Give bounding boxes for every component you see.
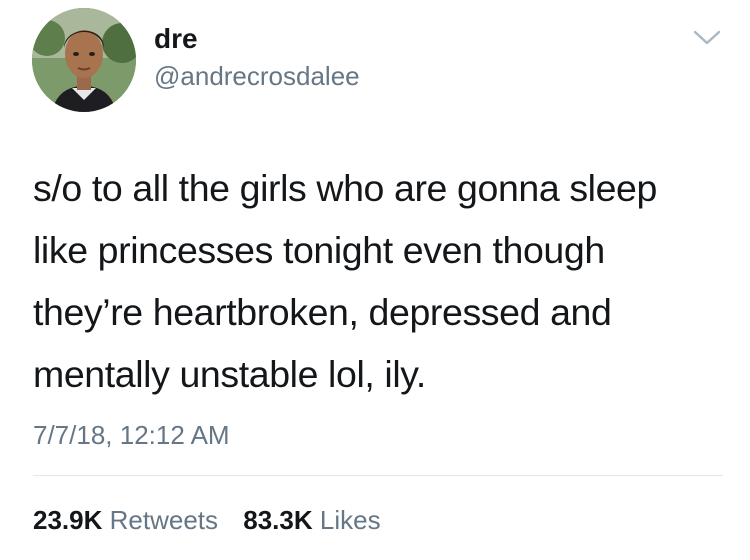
tweet-timestamp[interactable]: 7/7/18, 12:12 AM <box>33 418 230 452</box>
tweet-text-line: s/o to all the girls who are gonna sleep <box>33 167 657 209</box>
avatar[interactable] <box>32 8 136 112</box>
divider <box>33 475 723 476</box>
tweet-stats: 23.9K Retweets 83.3K Likes <box>33 503 399 537</box>
tweet-text-line: mentally unstable lol, ily. <box>33 353 426 395</box>
tweet-text-line: like princesses tonight even though <box>33 229 605 271</box>
retweets-count: 23.9K <box>33 505 103 535</box>
tweet-text: s/o to all the girls who are gonna sleep… <box>33 157 733 405</box>
retweets-label: Retweets <box>109 505 219 535</box>
tweet-text-line: they’re heartbroken, depressed and <box>33 291 612 333</box>
author-display-name[interactable]: dre <box>154 22 198 56</box>
author-handle[interactable]: @andrecrosdalee <box>154 60 360 92</box>
likes-count: 83.3K <box>243 505 313 535</box>
tweet-card: dre @andrecrosdalee s/o to all the girls… <box>0 0 750 560</box>
retweets-stat[interactable]: 23.9K Retweets <box>33 503 218 537</box>
chevron-down-icon[interactable] <box>692 28 722 48</box>
likes-stat[interactable]: 83.3K Likes <box>243 503 380 537</box>
avatar-photo <box>32 8 136 112</box>
likes-label: Likes <box>319 505 381 535</box>
